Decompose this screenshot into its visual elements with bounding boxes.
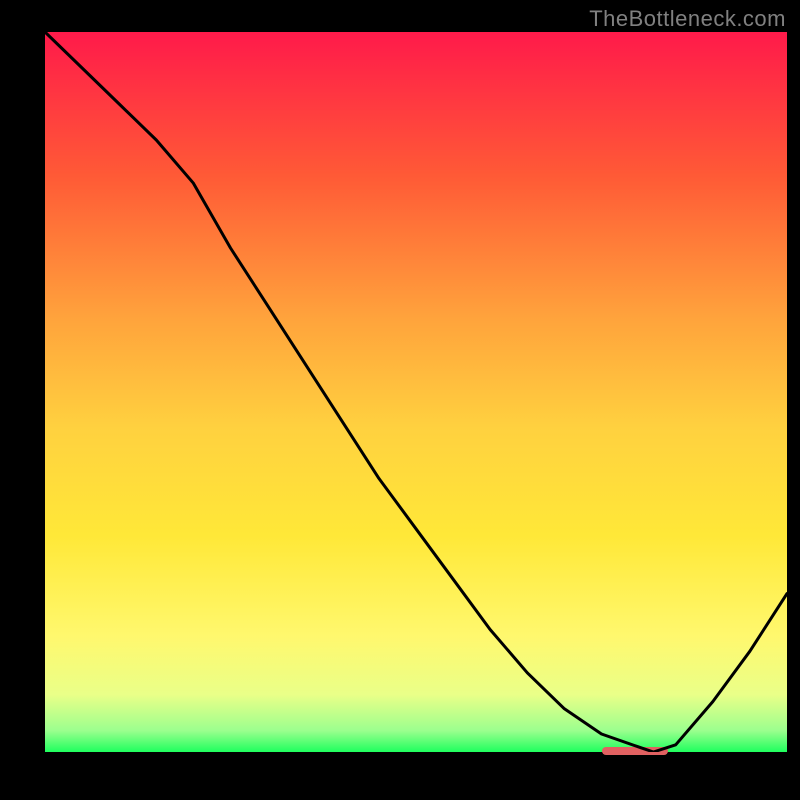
watermark-text: TheBottleneck.com (589, 6, 786, 32)
plot-area (45, 32, 787, 752)
chart-curve (45, 32, 787, 752)
